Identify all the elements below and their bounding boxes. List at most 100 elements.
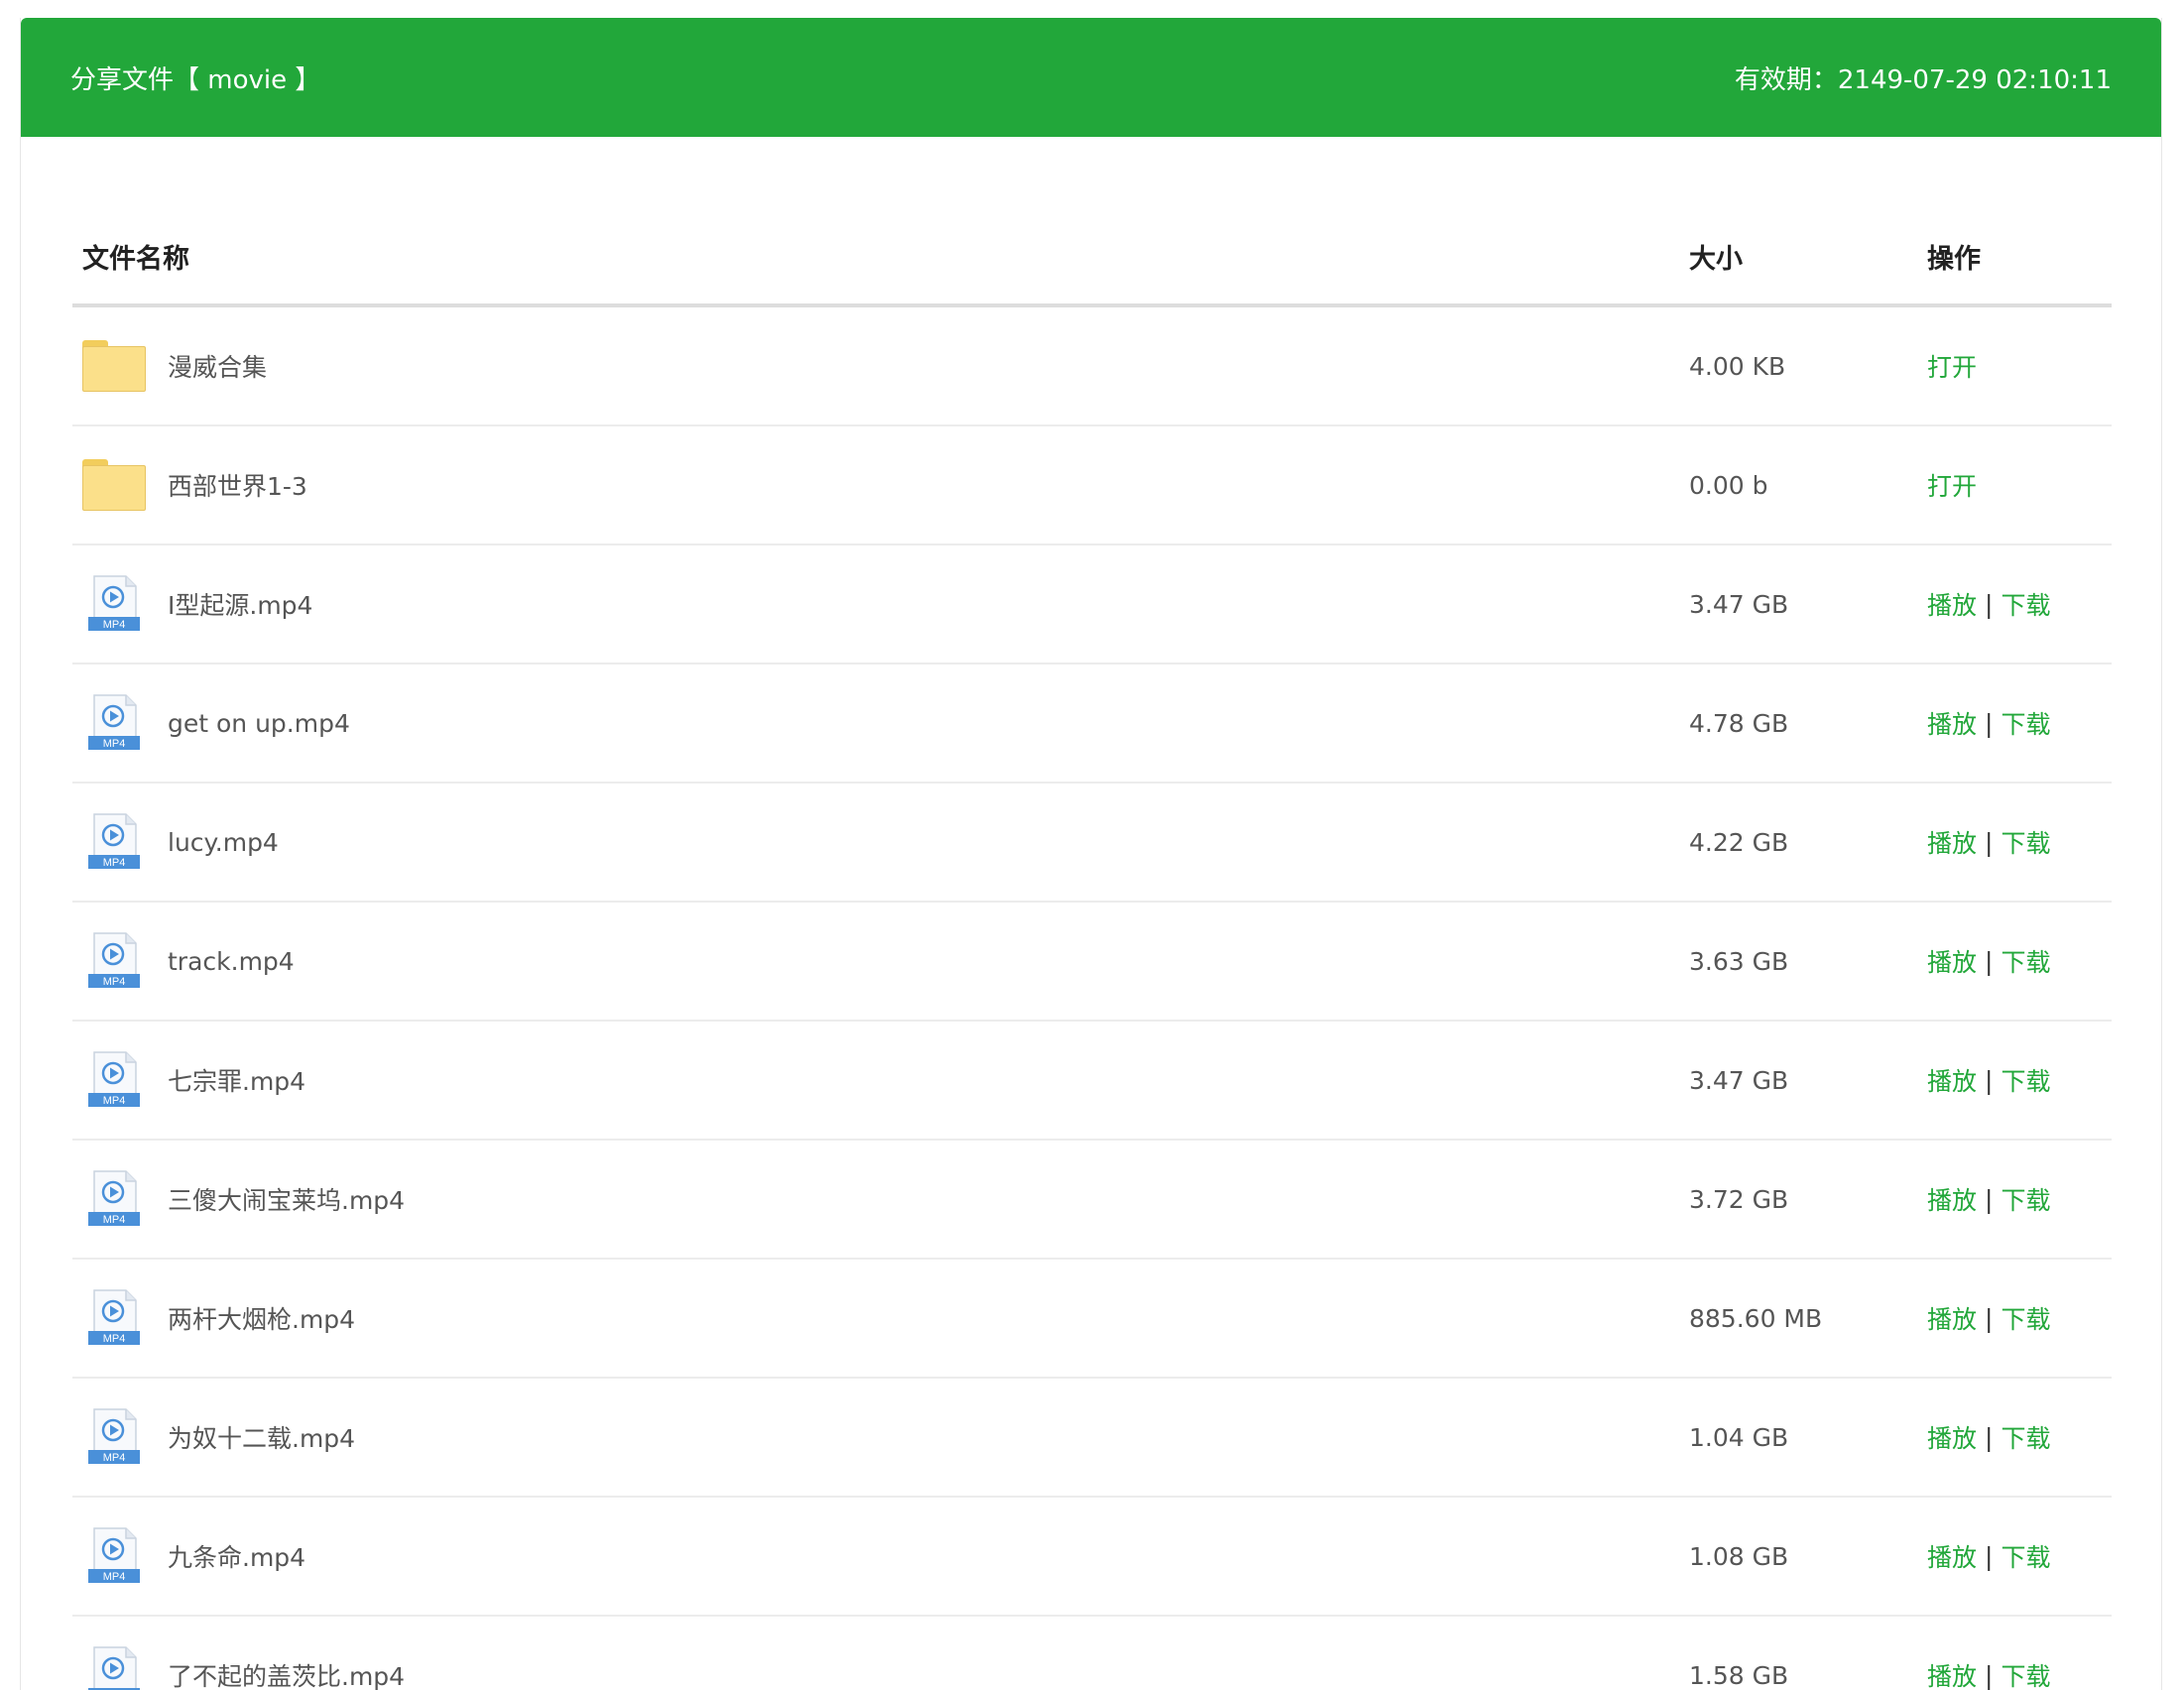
folder-icon [82, 340, 146, 392]
action-separator: | [1985, 1303, 1994, 1333]
svg-text:MP4: MP4 [103, 738, 126, 750]
file-name-cell: MP4 get on up.mp4 [72, 691, 1689, 755]
actions-cell: 打开 [1927, 467, 2112, 503]
svg-text:MP4: MP4 [103, 1571, 126, 1583]
action-separator: | [1985, 1422, 1994, 1452]
file-name[interactable]: 了不起的盖茨比.mp4 [168, 1657, 405, 1690]
play-link[interactable]: 播放 [1927, 586, 1977, 622]
svg-text:MP4: MP4 [103, 1452, 126, 1464]
action-separator: | [1985, 1660, 1994, 1690]
play-link[interactable]: 播放 [1927, 1419, 1977, 1455]
actions-cell: 播放 | 下载 [1927, 586, 2112, 622]
svg-text:MP4: MP4 [103, 976, 126, 988]
file-size: 0.00 b [1689, 470, 1768, 500]
file-name-cell: MP4 I型起源.mp4 [72, 572, 1689, 636]
action-separator: | [1985, 1065, 1994, 1095]
action-separator: | [1985, 589, 1994, 619]
svg-text:MP4: MP4 [103, 1214, 126, 1226]
file-size: 3.47 GB [1689, 1065, 1789, 1095]
file-name[interactable]: 三傻大闹宝莱坞.mp4 [168, 1181, 405, 1217]
download-link[interactable]: 下载 [2001, 1062, 2050, 1098]
file-size: 4.00 KB [1689, 351, 1786, 381]
mp4-file-icon: MP4 [88, 1408, 140, 1464]
download-link[interactable]: 下载 [2001, 1657, 2050, 1690]
file-name[interactable]: 七宗罪.mp4 [168, 1062, 305, 1098]
actions-cell: 播放 | 下载 [1927, 705, 2112, 741]
file-name[interactable]: 西部世界1-3 [168, 467, 307, 503]
action-separator: | [1985, 1184, 1994, 1214]
action-separator: | [1985, 946, 1994, 976]
play-link[interactable]: 播放 [1927, 1181, 1977, 1217]
file-size: 1.58 GB [1689, 1660, 1789, 1690]
svg-text:MP4: MP4 [103, 1095, 126, 1107]
file-name-cell: 西部世界1-3 [72, 459, 1689, 511]
table-row: MP4 两杆大烟枪.mp4 885.60 MB 播放 | 下载 [72, 1260, 2112, 1379]
play-link[interactable]: 播放 [1927, 824, 1977, 860]
column-header-name: 文件名称 [82, 243, 189, 275]
actions-cell: 播放 | 下载 [1927, 1538, 2112, 1574]
file-size: 1.08 GB [1689, 1541, 1789, 1571]
file-name-cell: 漫威合集 [72, 340, 1689, 392]
file-name[interactable]: 为奴十二载.mp4 [168, 1419, 355, 1455]
file-table: 文件名称 大小 操作 漫威合集 4.00 KB 打开 西部世界1-3 0.00 b 打开… [72, 208, 2112, 1690]
file-size: 3.72 GB [1689, 1184, 1789, 1214]
download-link[interactable]: 下载 [2001, 1300, 2050, 1336]
table-row: MP4 了不起的盖茨比.mp41.58 GB 播放 |下载 [72, 1617, 2112, 1690]
share-page: 分享文件【 movie 】 有效期：2149-07-29 02:10:11 文件… [20, 18, 2162, 1690]
table-row: MP4 lucy.mp4 4.22 GB 播放 | 下载 [72, 784, 2112, 903]
mp4-file-icon: MP4 [88, 1170, 140, 1226]
open-link[interactable]: 打开 [1927, 348, 1977, 384]
expiry-date: 有效期：2149-07-29 02:10:11 [1734, 64, 2112, 95]
column-header-ops: 操作 [1927, 243, 1981, 275]
mp4-file-icon: MP4 [88, 932, 140, 988]
actions-cell: 打开 [1927, 348, 2112, 384]
table-row: MP4 get on up.mp4 4.78 GB 播放 | 下载 [72, 664, 2112, 784]
share-title: 分享文件【 movie 】 [70, 64, 321, 95]
file-size: 3.47 GB [1689, 589, 1789, 619]
table-header: 文件名称 大小 操作 [72, 208, 2112, 307]
table-row: 西部世界1-3 0.00 b 打开 [72, 426, 2112, 545]
file-size: 1.04 GB [1689, 1422, 1789, 1452]
actions-cell: 播放 | 下载 [1927, 1419, 2112, 1455]
actions-cell: 播放 | 下载 [1927, 1300, 2112, 1336]
download-link[interactable]: 下载 [2001, 1181, 2050, 1217]
file-name[interactable]: get on up.mp4 [168, 709, 350, 738]
actions-cell: 播放 | 下载 [1927, 943, 2112, 979]
play-link[interactable]: 播放 [1927, 1657, 1977, 1690]
file-name-cell: MP4 三傻大闹宝莱坞.mp4 [72, 1167, 1689, 1231]
download-link[interactable]: 下载 [2001, 1538, 2050, 1574]
file-name[interactable]: track.mp4 [168, 947, 295, 976]
download-link[interactable]: 下载 [2001, 1419, 2050, 1455]
mp4-file-icon: MP4 [88, 813, 140, 869]
file-name-cell: MP4 了不起的盖茨比.mp4 [72, 1643, 1689, 1690]
play-link[interactable]: 播放 [1927, 1300, 1977, 1336]
file-name[interactable]: 漫威合集 [168, 348, 267, 384]
svg-text:MP4: MP4 [103, 857, 126, 869]
download-link[interactable]: 下载 [2001, 943, 2050, 979]
file-name[interactable]: lucy.mp4 [168, 828, 279, 857]
file-name-cell: MP4 两杆大烟枪.mp4 [72, 1286, 1689, 1350]
download-link[interactable]: 下载 [2001, 586, 2050, 622]
table-row: 漫威合集 4.00 KB 打开 [72, 307, 2112, 426]
play-link[interactable]: 播放 [1927, 1062, 1977, 1098]
open-link[interactable]: 打开 [1927, 467, 1977, 503]
play-link[interactable]: 播放 [1927, 705, 1977, 741]
play-link[interactable]: 播放 [1927, 1538, 1977, 1574]
file-name-cell: MP4 lucy.mp4 [72, 810, 1689, 874]
table-row: MP4 七宗罪.mp4 3.47 GB 播放 | 下载 [72, 1022, 2112, 1141]
column-header-size: 大小 [1689, 243, 1743, 275]
download-link[interactable]: 下载 [2001, 705, 2050, 741]
file-name-cell: MP4 九条命.mp4 [72, 1524, 1689, 1588]
actions-cell: 播放 | 下载 [1927, 1657, 2112, 1690]
actions-cell: 播放 | 下载 [1927, 824, 2112, 860]
file-name[interactable]: 两杆大烟枪.mp4 [168, 1300, 355, 1336]
download-link[interactable]: 下载 [2001, 824, 2050, 860]
play-link[interactable]: 播放 [1927, 943, 1977, 979]
action-separator: | [1985, 1541, 1994, 1571]
file-name[interactable]: 九条命.mp4 [168, 1538, 305, 1574]
mp4-file-icon: MP4 [88, 575, 140, 631]
svg-text:MP4: MP4 [103, 619, 126, 631]
file-name-cell: MP4 track.mp4 [72, 929, 1689, 993]
file-name[interactable]: I型起源.mp4 [168, 586, 312, 622]
file-name-cell: MP4 七宗罪.mp4 [72, 1048, 1689, 1112]
